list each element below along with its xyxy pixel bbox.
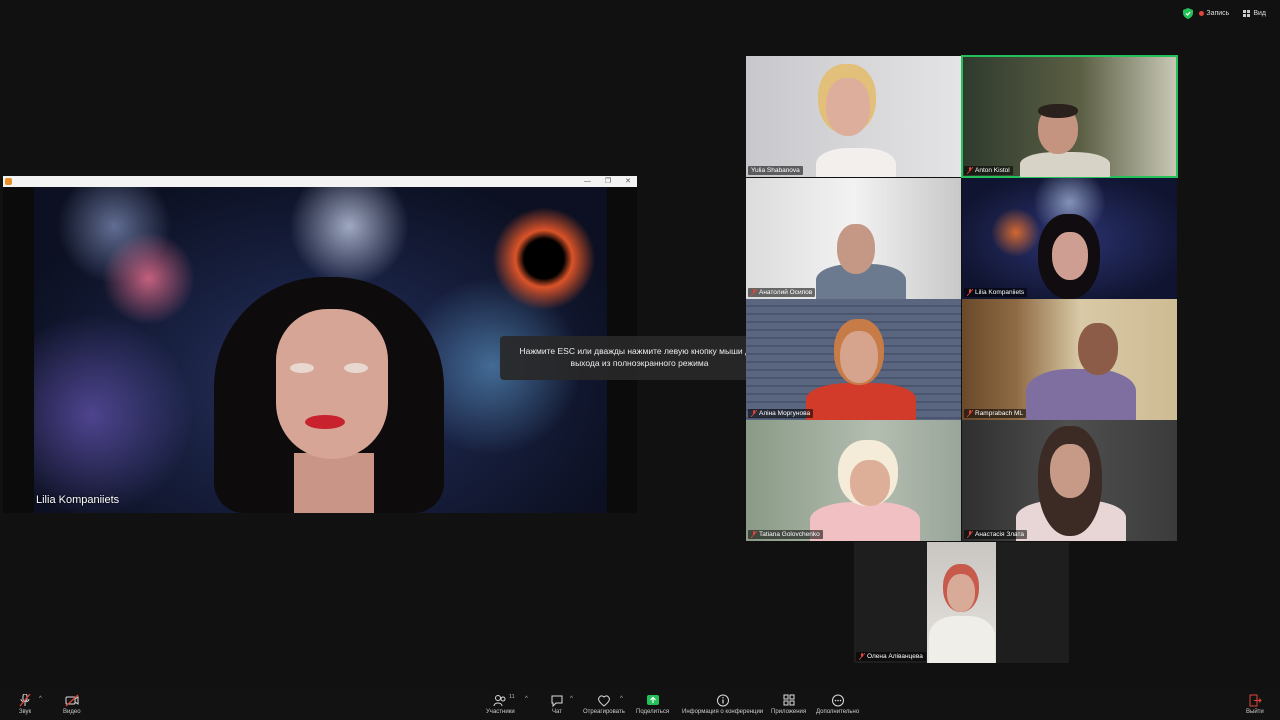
- recording-dot-icon: [1199, 11, 1205, 16]
- leave-label: Выйти: [1246, 709, 1264, 715]
- video-off-icon: [65, 694, 79, 707]
- meeting-info-button[interactable]: Информация о конференции: [682, 694, 763, 715]
- recording-label: Запись: [1206, 10, 1230, 17]
- mic-muted-icon: [751, 289, 757, 296]
- chat-options-chevron-icon[interactable]: ^: [570, 696, 573, 702]
- mic-muted-icon: [859, 653, 865, 660]
- grid-view-icon: [1243, 10, 1251, 17]
- participants-label: Участники: [486, 709, 515, 715]
- presenter-figure: [214, 277, 444, 513]
- presenter-name: Lilia Kompaniiets: [36, 494, 120, 506]
- mic-muted-icon: [751, 531, 757, 538]
- apps-label: Приложения: [771, 709, 807, 715]
- tooltip-line-1: Нажмите ESC или дважды нажмите левую кно…: [519, 346, 760, 356]
- encryption-shield-icon[interactable]: [1183, 8, 1194, 19]
- leave-icon: [1249, 694, 1262, 707]
- mic-muted-icon: [967, 410, 973, 417]
- apps-icon: [783, 694, 795, 706]
- meeting-toolbar: Звук ^ Видео Участники 11 ^ Чат ^ Отреаг…: [0, 690, 1280, 720]
- chat-icon: [551, 695, 563, 707]
- react-button[interactable]: Отреагировать: [583, 694, 625, 715]
- participant-name-label: Yulia Shabanova: [748, 166, 803, 175]
- participants-icon: [493, 695, 506, 707]
- participant-tile[interactable]: Ramprabach ML: [962, 299, 1177, 420]
- video-button[interactable]: Видео: [63, 694, 81, 715]
- minimize-icon: —: [583, 178, 591, 185]
- mic-muted-icon: [967, 167, 973, 174]
- restore-icon: ❐: [604, 178, 612, 185]
- mic-muted-icon: [967, 289, 973, 296]
- leave-button[interactable]: Выйти: [1246, 694, 1264, 715]
- apps-button[interactable]: Приложения: [771, 694, 806, 715]
- share-label: Поделиться: [636, 709, 670, 715]
- participants-options-chevron-icon[interactable]: ^: [525, 696, 528, 702]
- share-screen-button[interactable]: Поделиться: [636, 694, 669, 715]
- exit-fullscreen-tooltip: Нажмите ESC или дважды нажмите левую кно…: [500, 336, 779, 380]
- participant-tile[interactable]: Yulia Shabanova: [746, 56, 961, 177]
- participant-tile[interactable]: Анатолий Осипов: [746, 178, 961, 299]
- participant-name-label: Анатолий Осипов: [748, 288, 816, 297]
- video-label: Видео: [63, 709, 81, 715]
- more-icon: [831, 694, 844, 707]
- participant-tile[interactable]: Lilia Kompaniiets: [962, 178, 1177, 299]
- participant-tile[interactable]: Олена Алiванцева: [854, 542, 1069, 663]
- participants-count: 11: [509, 694, 515, 700]
- audio-options-chevron-icon[interactable]: ^: [39, 696, 42, 702]
- participant-tile[interactable]: Tatiana Golovchenko: [746, 420, 961, 541]
- react-options-chevron-icon[interactable]: ^: [620, 696, 623, 702]
- participant-name-label: Ramprabach ML: [964, 409, 1027, 418]
- participant-video: [927, 542, 996, 663]
- close-icon: ✕: [625, 178, 631, 185]
- view-button[interactable]: Вид: [1243, 10, 1266, 17]
- participant-tile[interactable]: Анастасія Злата: [962, 420, 1177, 541]
- react-label: Отреагировать: [583, 709, 625, 715]
- shared-window-titlebar: — ❐ ✕: [3, 176, 637, 187]
- participant-name-label: Олена Алiванцева: [856, 652, 926, 661]
- audio-label: Звук: [18, 709, 32, 715]
- participant-name-label: Lilia Kompaniiets: [964, 288, 1028, 297]
- info-icon: [716, 694, 729, 707]
- participant-tile[interactable]: Алiна Моргунова: [746, 299, 961, 420]
- info-label: Информация о конференции: [682, 709, 764, 715]
- recording-indicator[interactable]: Запись: [1199, 10, 1229, 17]
- participant-name-label: Анастасія Злата: [964, 530, 1028, 539]
- heart-icon: [598, 695, 610, 707]
- mic-muted-icon: [751, 410, 757, 417]
- view-label: Вид: [1253, 10, 1266, 17]
- share-screen-icon: [646, 695, 659, 705]
- more-label: Дополнительно: [816, 709, 860, 715]
- participant-name-label: Anton Kistol: [964, 166, 1013, 175]
- app-icon: [5, 178, 12, 185]
- participant-tile-active[interactable]: Anton Kistol: [961, 55, 1178, 178]
- more-button[interactable]: Дополнительно: [816, 694, 859, 715]
- mic-muted-icon: [967, 531, 973, 538]
- participant-name-label: Алiна Моргунова: [748, 409, 814, 418]
- top-status-bar: Запись Вид: [1183, 8, 1266, 19]
- mic-muted-icon: [19, 694, 31, 707]
- meeting-window: Запись Вид — ❐ ✕ Lilia Kompaniiets Нажми…: [0, 0, 1280, 720]
- tooltip-line-2: выхода из полноэкранного режима: [570, 358, 709, 368]
- participant-name-label: Tatiana Golovchenko: [748, 530, 823, 539]
- chat-label: Чат: [552, 709, 562, 715]
- chat-button[interactable]: Чат: [550, 694, 564, 715]
- audio-button[interactable]: Звук: [18, 694, 32, 715]
